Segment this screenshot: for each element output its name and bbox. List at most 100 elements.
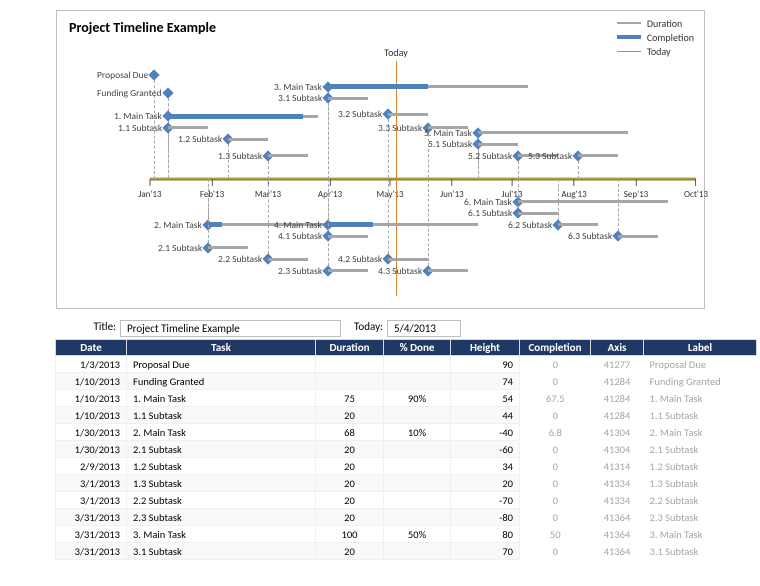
task-label: 6. Main Task [464,196,512,208]
axis-tick: Feb'13 [200,179,224,200]
task-label: 6.3 Subtask [568,230,612,242]
task-duration-bar [388,113,428,116]
meta-row: Title: Project Timeline Example Today: 5… [55,320,461,337]
task-duration-bar [428,269,468,272]
task-drop-line [328,179,329,237]
axis-tick: Jan'13 [138,179,161,200]
task-completion-bar [208,222,222,227]
task-duration-bar [328,235,368,238]
task-label: 3.1 Subtask [278,92,322,104]
task-label: 2.2 Subtask [218,253,262,265]
task-completion-bar [328,222,373,227]
task-completion-bar [168,114,303,119]
task-label: 4.2 Subtask [338,253,382,265]
task-drop-line [268,179,269,260]
col-header[interactable]: Date [56,340,127,356]
col-header[interactable]: Height [451,340,520,356]
table-row[interactable]: 2/9/20131.2 Subtask20340413141.2 Subtask [56,458,757,475]
task-label: Proposal Due [97,69,148,81]
legend-today: Today [647,45,671,58]
task-label: 3. Main Task [274,81,322,93]
axis-tick: Sep'13 [624,179,648,200]
task-marker [162,88,173,99]
table-row[interactable]: 1/10/20131.1 Subtask20440412841.1 Subtas… [56,407,757,424]
task-label: 5.3 Subtask [528,150,572,162]
task-label: 4.3 Subtask [378,265,422,277]
table-row[interactable]: 3/31/20132.3 Subtask20-800413642.3 Subta… [56,509,757,526]
task-drop-line [208,179,209,248]
col-header[interactable]: Completion [520,340,591,356]
task-drop-line [328,98,329,179]
table-row[interactable]: 1/30/20132. Main Task6810%-406.8413042. … [56,424,757,441]
task-label: 5. Main Task [424,127,472,139]
task-duration-bar [268,258,308,261]
task-drop-line [388,179,389,260]
task-label: 1.2 Subtask [178,133,222,145]
task-duration-bar [388,258,428,261]
x-axis [150,177,696,180]
task-label: 3.3 Subtask [378,122,422,134]
title-input[interactable]: Project Timeline Example [120,320,341,337]
task-label: 6.2 Subtask [508,219,552,231]
task-duration-bar [208,246,248,249]
task-duration-bar [578,154,618,157]
gantt-chart: Project Timeline Example Duration Comple… [56,10,705,309]
axis-tick: Jun'13 [440,179,463,200]
col-header[interactable]: Axis [591,340,644,356]
table-row[interactable]: 3/1/20132.2 Subtask20-700413342.2 Subtas… [56,492,757,509]
task-label: 2. Main Task [154,219,202,231]
task-duration-bar [518,212,558,215]
task-duration-bar [618,235,658,238]
task-completion-bar [328,84,428,89]
task-duration-bar [478,131,628,134]
task-label: 1. Main Task [114,110,162,122]
task-label: Funding Granted [97,87,162,99]
task-marker [148,69,159,80]
today-label: Today: [341,320,387,337]
task-label: 1.1 Subtask [118,122,162,134]
chart-legend: Duration Completion Today [617,16,694,58]
col-header[interactable]: Label [644,340,757,356]
table-row[interactable]: 3/31/20133. Main Task10050%8050413643. M… [56,526,757,543]
col-header[interactable]: Task [127,340,316,356]
task-drop-line [168,128,169,179]
task-duration-bar [328,269,368,272]
task-duration-bar [228,138,268,141]
table-row[interactable]: 1/10/2013Funding Granted74041284Funding … [56,373,757,390]
task-label: 1.3 Subtask [218,150,262,162]
chart-plot-area: Jan'13Feb'13Mar'13Apr'13May'13Jun'13Jul'… [150,61,696,296]
col-header[interactable]: Duration [316,340,384,356]
task-label: 6.1 Subtask [468,207,512,219]
table-row[interactable]: 3/1/20131.3 Subtask20200413341.3 Subtask [56,475,757,492]
table-row[interactable]: 1/30/20132.1 Subtask20-600413042.1 Subta… [56,441,757,458]
table-row[interactable]: 3/31/20133.1 Subtask20700413643.1 Subtas… [56,543,757,560]
task-duration-bar [168,126,208,129]
today-line [396,61,397,296]
task-duration-bar [268,154,308,157]
today-input[interactable]: 5/4/2013 [387,320,461,337]
axis-tick: Apr'13 [318,179,342,200]
task-label: 2.1 Subtask [158,242,202,254]
task-drop-line [558,179,559,225]
task-drop-line [428,179,429,271]
task-duration-bar [518,200,668,203]
axis-tick: Aug'13 [561,179,586,200]
table-row[interactable]: 1/10/20131. Main Task7590%5467.5412841. … [56,390,757,407]
task-label: 2.3 Subtask [278,265,322,277]
today-label: Today [384,46,408,59]
task-duration-bar [558,223,598,226]
task-label: 4.1 Subtask [278,230,322,242]
task-label: 5.1 Subtask [428,138,472,150]
task-label: 5.2 Subtask [468,150,512,162]
task-duration-bar [328,97,368,100]
legend-duration: Duration [647,17,682,30]
task-table[interactable]: DateTaskDuration% DoneHeightCompletionAx… [55,339,757,560]
table-row[interactable]: 1/3/2013Proposal Due90041277Proposal Due [56,356,757,373]
task-label: 3.2 Subtask [338,108,382,120]
task-duration-bar [478,143,518,146]
axis-tick: Oct'13 [684,179,708,200]
task-drop-line [618,179,619,237]
col-header[interactable]: % Done [384,340,451,356]
task-label: 4. Main Task [274,219,322,231]
chart-title: Project Timeline Example [69,19,216,36]
